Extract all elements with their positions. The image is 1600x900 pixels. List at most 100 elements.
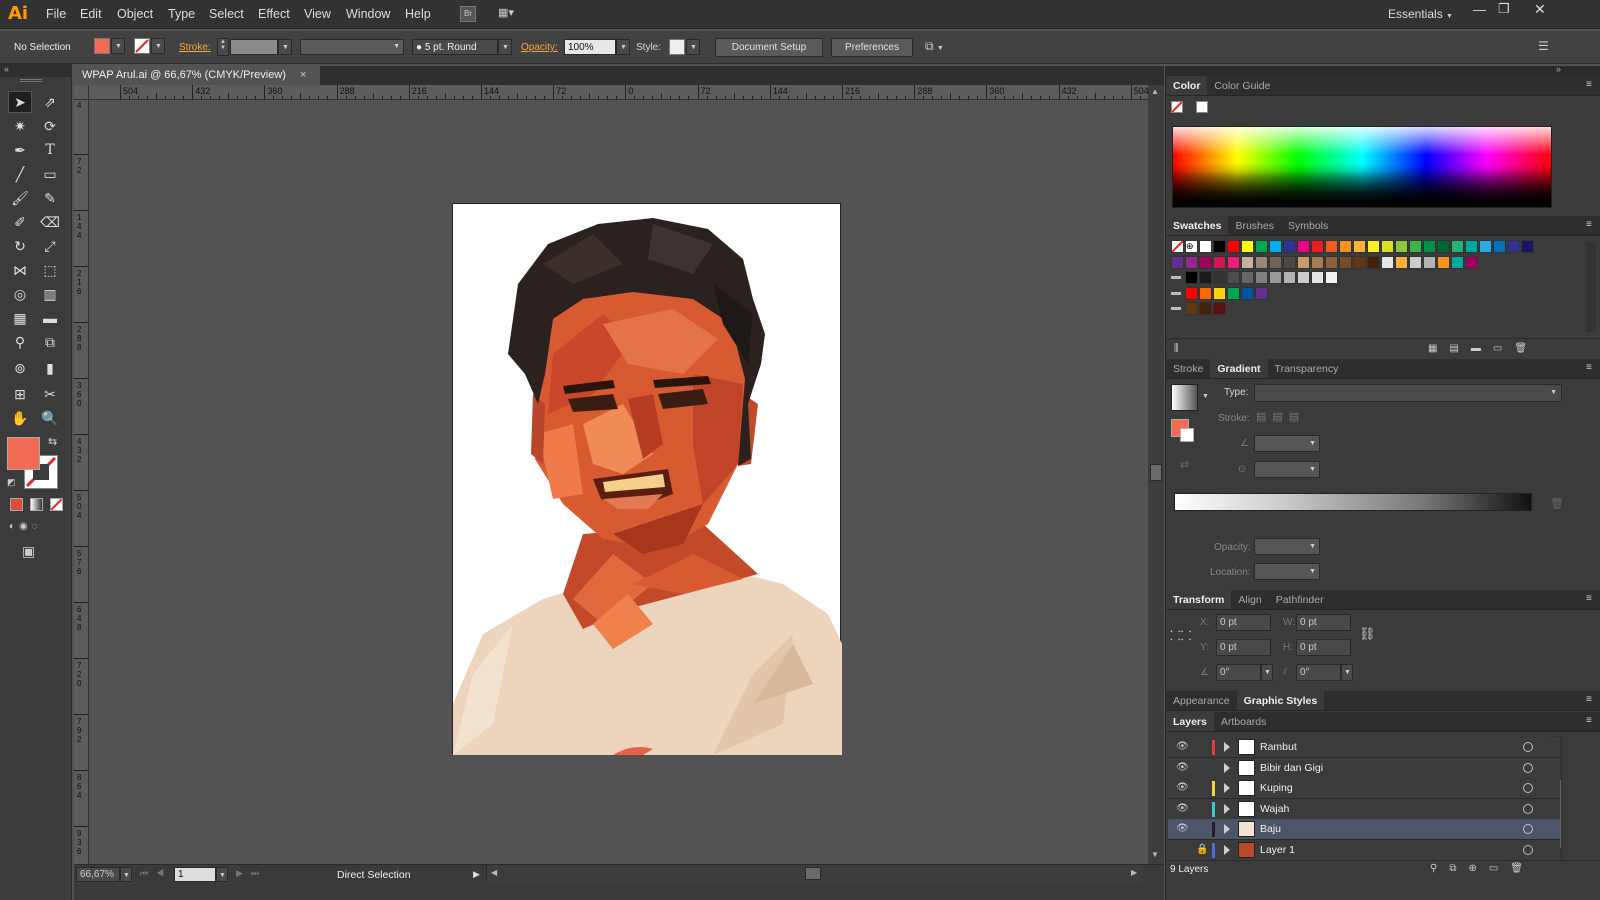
swatch[interactable] bbox=[1213, 240, 1226, 253]
swatch[interactable] bbox=[1269, 255, 1282, 269]
swatch[interactable] bbox=[1465, 255, 1478, 269]
tab-color-guide[interactable]: Color Guide bbox=[1207, 76, 1277, 95]
swatch[interactable] bbox=[1241, 240, 1254, 253]
transform-x-input[interactable]: 0 pt bbox=[1216, 614, 1271, 631]
swatch[interactable] bbox=[1255, 271, 1268, 284]
rotate-dropdown[interactable]: ▼ bbox=[1261, 664, 1273, 681]
blob-brush-tool-icon[interactable]: ✐ bbox=[8, 211, 32, 233]
scroll-right-icon[interactable]: ▶ bbox=[1131, 868, 1137, 877]
layer-row[interactable]: 👁 Rambut bbox=[1168, 737, 1560, 758]
menu-type[interactable]: Type bbox=[168, 7, 195, 21]
style-dropdown[interactable]: ▼ bbox=[686, 39, 700, 55]
swatch[interactable] bbox=[1241, 271, 1254, 284]
preferences-button[interactable]: Preferences bbox=[831, 38, 913, 57]
tab-color[interactable]: Color bbox=[1166, 76, 1208, 95]
swatch[interactable] bbox=[1367, 255, 1380, 269]
expand-layer-icon[interactable] bbox=[1224, 762, 1230, 773]
vertical-ruler[interactable]: 4 72 144 216 288 360 432 504 576 648 720 792 864 936 bbox=[74, 100, 89, 870]
gradient-stroke-options[interactable]: ▤▤▤ bbox=[1256, 410, 1322, 427]
swatch[interactable] bbox=[1199, 302, 1212, 315]
free-transform-tool-icon[interactable]: ⬚ bbox=[38, 259, 62, 281]
swatch[interactable] bbox=[1255, 240, 1268, 253]
swatch[interactable] bbox=[1479, 240, 1492, 253]
color-mode-icon[interactable] bbox=[10, 498, 23, 511]
swatch[interactable] bbox=[1185, 271, 1198, 284]
swatch[interactable] bbox=[1367, 240, 1380, 253]
tab-align[interactable]: Align bbox=[1231, 590, 1268, 609]
scale-tool-icon[interactable]: ⤢ bbox=[38, 235, 62, 257]
menu-view[interactable]: View bbox=[304, 7, 331, 21]
delete-stop-icon[interactable]: 🗑 bbox=[1550, 497, 1564, 510]
swatch[interactable] bbox=[1465, 240, 1478, 253]
line-tool-icon[interactable]: ╱ bbox=[8, 163, 32, 185]
document-tab[interactable]: WPAP Arul.ai @ 66,67% (CMYK/Preview) × bbox=[74, 66, 320, 85]
swatch[interactable] bbox=[1311, 255, 1324, 269]
swatch[interactable] bbox=[1227, 286, 1240, 300]
target-layer-icon[interactable] bbox=[1523, 783, 1533, 794]
swatch[interactable] bbox=[1185, 255, 1198, 269]
swatch[interactable] bbox=[1353, 255, 1366, 269]
swatch[interactable] bbox=[1283, 240, 1296, 253]
opacity-dropdown[interactable]: ▼ bbox=[616, 39, 630, 55]
swatch[interactable] bbox=[1339, 255, 1352, 269]
swatch[interactable] bbox=[1409, 240, 1422, 253]
screen-mode-icon[interactable]: ▣ bbox=[22, 543, 35, 560]
swatch[interactable] bbox=[1255, 255, 1268, 269]
eye-icon[interactable]: 👁 bbox=[1176, 803, 1190, 815]
rotate-tool-icon[interactable]: ↻ bbox=[8, 235, 32, 257]
tab-brushes[interactable]: Brushes bbox=[1228, 216, 1281, 235]
layer-row[interactable]: 👁 Bibir dan Gigi bbox=[1168, 757, 1560, 779]
gradient-angle-input[interactable]: ▼ bbox=[1254, 435, 1320, 452]
tab-appearance[interactable]: Appearance bbox=[1166, 691, 1237, 710]
target-layer-icon[interactable] bbox=[1523, 762, 1533, 773]
scroll-down-icon[interactable]: ▼ bbox=[1151, 850, 1159, 859]
artboard-tool-icon[interactable]: ⊞ bbox=[8, 383, 32, 405]
swatch-none[interactable] bbox=[1171, 240, 1184, 253]
swatch[interactable] bbox=[1297, 255, 1310, 269]
tab-stroke[interactable]: Stroke bbox=[1166, 359, 1210, 378]
transform-h-input[interactable]: 0 pt bbox=[1296, 639, 1351, 656]
menu-object[interactable]: Object bbox=[117, 7, 153, 21]
pen-tool-icon[interactable]: ✒ bbox=[8, 139, 32, 161]
swatch[interactable] bbox=[1493, 240, 1506, 253]
symbol-sprayer-tool-icon[interactable]: ⊚ bbox=[8, 357, 32, 379]
swatch[interactable] bbox=[1213, 302, 1226, 315]
swatch[interactable] bbox=[1325, 255, 1338, 269]
swatch-registration[interactable]: ⊕ bbox=[1185, 240, 1198, 253]
shear-dropdown[interactable]: ▼ bbox=[1341, 664, 1353, 681]
paintbrush-tool-icon[interactable]: 🖌 bbox=[8, 187, 32, 209]
gradient-preset-dropdown[interactable]: ▼ bbox=[1202, 393, 1209, 400]
scroll-up-icon[interactable]: ▲ bbox=[1151, 87, 1159, 96]
swatch[interactable] bbox=[1437, 240, 1450, 253]
swatch[interactable] bbox=[1423, 240, 1436, 253]
canvas-area[interactable] bbox=[89, 100, 1147, 864]
menu-select[interactable]: Select bbox=[209, 7, 244, 21]
layer-name[interactable]: Layer 1 bbox=[1260, 844, 1295, 856]
reference-point-icon[interactable]: ⸬⸬ bbox=[1170, 626, 1192, 644]
swatch-libraries-icon[interactable]: ⫼ bbox=[1174, 343, 1179, 354]
lasso-tool-icon[interactable]: ⟳ bbox=[38, 115, 62, 137]
hand-tool-icon[interactable]: ✋ bbox=[8, 407, 32, 429]
swatch-group-folder-icon[interactable]: ▬ bbox=[1171, 271, 1184, 284]
menu-file[interactable]: File bbox=[46, 7, 66, 21]
zoom-level-input[interactable]: 66,67% bbox=[76, 867, 120, 882]
expand-layer-icon[interactable] bbox=[1224, 783, 1230, 794]
eye-icon[interactable]: 👁 bbox=[1176, 782, 1190, 794]
stroke-weight-input[interactable] bbox=[230, 39, 278, 55]
opacity-input[interactable]: 100% bbox=[564, 39, 616, 55]
drawing-modes-icon[interactable]: ◐◉◌ bbox=[9, 521, 65, 535]
swatch[interactable] bbox=[1381, 255, 1394, 269]
document-setup-button[interactable]: Document Setup bbox=[715, 38, 823, 57]
swatch-grid[interactable]: ⊕ ▬ ▬ ▬ bbox=[1171, 240, 1551, 318]
swatch[interactable] bbox=[1199, 255, 1212, 269]
collapse-dock-icon[interactable]: » bbox=[1556, 64, 1561, 74]
swatch[interactable] bbox=[1227, 271, 1240, 284]
eraser-tool-icon[interactable]: ⌫ bbox=[38, 211, 62, 233]
tab-artboards[interactable]: Artboards bbox=[1214, 712, 1274, 731]
layer-name[interactable]: Kuping bbox=[1260, 782, 1293, 794]
swatches-panel-menu-icon[interactable]: ≡ bbox=[1586, 219, 1592, 230]
gradient-panel-menu-icon[interactable]: ≡ bbox=[1586, 362, 1592, 373]
swatches-scrollbar[interactable] bbox=[1586, 242, 1596, 332]
swatch[interactable] bbox=[1269, 271, 1282, 284]
gradient-mode-icon[interactable] bbox=[30, 498, 43, 511]
